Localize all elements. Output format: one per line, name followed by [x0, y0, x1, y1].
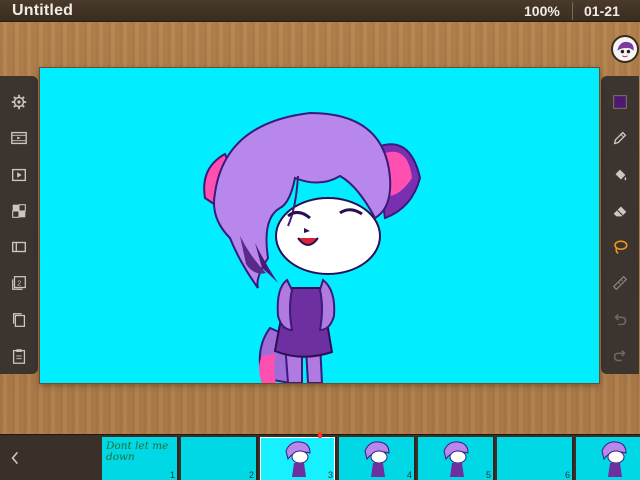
copy-button[interactable]	[4, 302, 34, 338]
undo-icon	[614, 313, 627, 325]
frame-number-icon: 2	[12, 276, 26, 291]
chevron-left-icon	[11, 451, 19, 465]
pen-tool-button[interactable]	[605, 120, 635, 156]
layers-button[interactable]	[4, 193, 34, 229]
avatar[interactable]	[611, 35, 639, 63]
zoom-level: 100%	[524, 3, 560, 19]
lasso-tool-button[interactable]	[605, 229, 635, 265]
copy-icon	[12, 312, 26, 327]
paste-button[interactable]	[4, 338, 34, 374]
frame-thumbnail-1[interactable]: Dont let me down 1	[102, 437, 179, 480]
playhead-marker[interactable]	[318, 432, 322, 438]
frame-thumb-drawing	[364, 441, 390, 477]
lasso-icon	[614, 240, 628, 255]
frame-thumb-drawing	[601, 441, 627, 477]
play-button[interactable]	[4, 157, 34, 193]
frame-note: Dont let me down	[106, 440, 169, 463]
frame-thumbnail-7[interactable]: 7	[576, 437, 640, 480]
left-toolbar: 2	[0, 76, 38, 374]
color-picker-button[interactable]	[605, 84, 635, 120]
play-frame-icon	[12, 168, 26, 181]
redo-icon	[613, 349, 626, 362]
avatar-image	[613, 37, 637, 61]
frame-number: 5	[485, 470, 491, 480]
drawing-canvas[interactable]	[40, 68, 599, 383]
frame-number: 3	[327, 470, 333, 480]
frame-thumbnail-5[interactable]: 5	[418, 437, 495, 480]
layers-icon	[12, 204, 26, 218]
redo-button[interactable]	[605, 338, 635, 374]
frame-thumbnail-4[interactable]: 4	[339, 437, 416, 480]
frame-counter: 01-21	[584, 3, 620, 19]
eraser-tool-button[interactable]	[605, 193, 635, 229]
frame-strip: Dont let me down 1 2 3 4 5 6	[102, 437, 640, 480]
settings-button[interactable]	[4, 84, 34, 120]
frame-number: 2	[248, 470, 254, 480]
frame-thumbnail-3[interactable]: 3	[260, 437, 337, 480]
right-toolbar	[601, 76, 639, 374]
document-title[interactable]: Untitled	[12, 2, 73, 20]
svg-text:2: 2	[17, 279, 21, 288]
paste-icon	[12, 349, 26, 364]
color-swatch	[613, 95, 627, 109]
movie-settings-button[interactable]	[4, 120, 34, 156]
frame-number: 6	[564, 470, 570, 480]
timeline-back-button[interactable]	[0, 435, 30, 480]
frame-thumb-drawing	[443, 441, 469, 477]
frame-thumbnail-6[interactable]: 6	[497, 437, 574, 480]
frame-thumb-drawing	[285, 441, 311, 477]
ruler-tool-button[interactable]	[605, 265, 635, 301]
timeline: Dont let me down 1 2 3 4 5 6	[0, 434, 640, 480]
fill-tool-button[interactable]	[605, 157, 635, 193]
onion-skin-button[interactable]	[4, 229, 34, 265]
frame-number: 1	[169, 470, 175, 480]
frame-number: 4	[406, 470, 412, 480]
eraser-icon	[613, 206, 627, 217]
frame-thumbnail-2[interactable]: 2	[181, 437, 258, 480]
top-bar: Untitled 100% 01-21	[0, 0, 640, 22]
character-drawing	[203, 111, 422, 383]
gear-icon	[11, 94, 27, 110]
film-strip-icon	[11, 132, 27, 145]
frame-number-button[interactable]: 2	[4, 265, 34, 301]
onion-skin-icon	[12, 241, 26, 253]
undo-button[interactable]	[605, 302, 635, 338]
pen-icon	[613, 132, 627, 145]
top-bar-divider	[572, 2, 573, 20]
ruler-icon	[612, 276, 628, 291]
fill-bucket-icon	[615, 169, 627, 181]
